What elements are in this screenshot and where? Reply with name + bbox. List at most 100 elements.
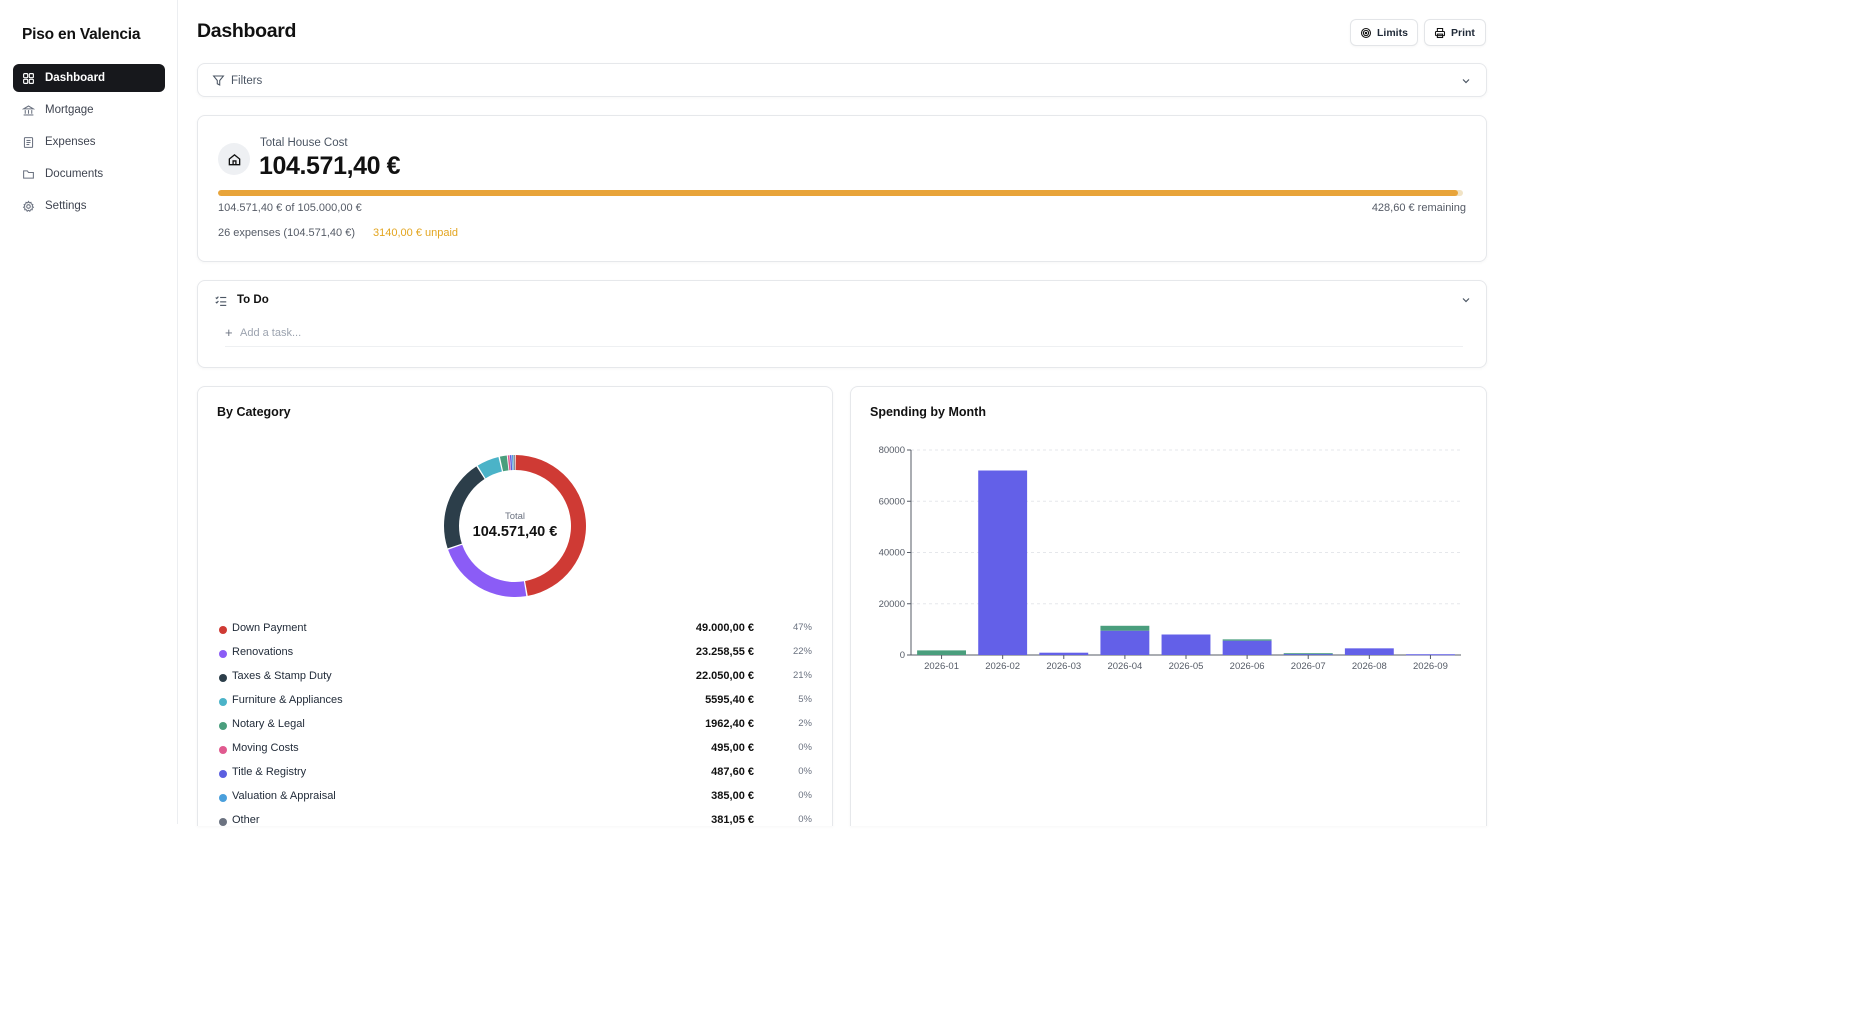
unpaid-text: 3140,00 € unpaid [373, 227, 459, 239]
x-tick-label: 2026-01 [924, 661, 959, 672]
legend-percent: 0% [798, 766, 812, 777]
dashboard-icon [22, 72, 35, 85]
sidebar-item-documents[interactable]: Documents [13, 160, 165, 188]
legend-value: 23.258,55 € [695, 646, 754, 658]
legend-percent: 0% [798, 790, 812, 801]
legend-name: Notary & Legal [232, 718, 305, 730]
bar-2026-03-series-1 [1039, 652, 1089, 655]
bar-2026-06-series-2 [1222, 639, 1272, 641]
total-cost-amount: 104.571,40 € [259, 152, 401, 180]
legend-color-dot [219, 770, 227, 778]
sidebar-item-label: Documents [45, 168, 104, 180]
spending-by-month-card: Spending by Month 0 20000 40000 60000 80000 2… [850, 386, 1487, 826]
by-category-card: By Category Total 104.571,40 € Down Paym… [197, 386, 833, 826]
legend-color-dot [219, 818, 227, 826]
sidebar-item-label: Mortgage [45, 104, 94, 116]
add-task-placeholder: Add a task... [240, 327, 302, 339]
budget-remaining-text: 428,60 € remaining [1371, 202, 1466, 214]
legend-name: Furniture & Appliances [232, 694, 343, 706]
legend-percent: 22% [792, 646, 812, 657]
receipt-icon [22, 136, 35, 149]
chevron-down-icon[interactable] [1460, 75, 1472, 87]
bar-2026-08-series-1 [1344, 648, 1394, 655]
legend-percent: 47% [792, 622, 812, 633]
print-button[interactable]: Print [1424, 19, 1486, 46]
by-category-title: By Category [217, 405, 291, 419]
legend-value: 5595,40 € [705, 694, 754, 706]
monthly-bar-chart: 0 20000 40000 60000 80000 2026-01 2026-02 2026-… [879, 445, 1461, 672]
x-tick-label: 2026-07 [1291, 661, 1326, 672]
budget-of-text: 104.571,40 € of 105.000,00 € [218, 202, 362, 214]
sidebar-item-settings[interactable]: Settings [13, 192, 165, 220]
add-task-input[interactable]: + Add a task... [225, 325, 1463, 347]
filter-icon [212, 75, 225, 86]
legend-color-dot [219, 722, 227, 730]
bar-2026-04-series-1 [1100, 630, 1150, 655]
sidebar-item-label: Settings [45, 200, 87, 212]
budget-progress-bar [218, 190, 1463, 196]
legend-percent: 2% [798, 718, 812, 729]
total-cost-label: Total House Cost [260, 137, 348, 149]
legend-value: 385,00 € [711, 790, 754, 802]
y-tick-label: 80000 [879, 445, 905, 456]
filters-label: Filters [231, 75, 263, 87]
legend-color-dot [219, 650, 227, 658]
sidebar-item-dashboard[interactable]: Dashboard [13, 64, 165, 92]
legend-percent: 0% [798, 742, 812, 753]
gear-icon [22, 199, 35, 213]
legend-name: Valuation & Appraisal [232, 790, 336, 802]
legend-percent: 21% [792, 670, 812, 681]
legend-color-dot [219, 794, 227, 802]
category-donut-chart: Total 104.571,40 € [444, 455, 586, 597]
legend-name: Down Payment [232, 622, 307, 634]
limits-button[interactable]: Limits [1350, 19, 1418, 46]
legend-item: Other 381,05 € 0% [217, 811, 814, 835]
todo-card: To Do + Add a task... [197, 280, 1487, 368]
legend-value: 495,00 € [711, 742, 754, 754]
checklist-icon [215, 296, 227, 306]
chevron-down-icon[interactable] [1460, 294, 1472, 306]
legend-value: 22.050,00 € [695, 670, 754, 682]
legend-color-dot [219, 746, 227, 754]
donut-slice-renovations [448, 544, 527, 597]
legend-color-dot [219, 674, 227, 682]
legend-item: Notary & Legal 1962,40 € 2% [217, 715, 814, 739]
bar-2026-02-series-1 [978, 470, 1028, 655]
legend-item: Title & Registry 487,60 € 0% [217, 763, 814, 787]
sidebar-item-label: Dashboard [45, 72, 106, 84]
bar-2026-05-series-1 [1161, 634, 1211, 655]
budget-progress-fill [218, 190, 1458, 196]
total-house-cost-card: Total House Cost 104.571,40 € 104.571,40… [197, 115, 1487, 262]
printer-icon [1434, 27, 1446, 38]
y-tick-label: 60000 [879, 496, 905, 507]
bank-icon [22, 104, 35, 117]
x-tick-label: 2026-04 [1107, 661, 1142, 672]
sidebar: Piso en Valencia Dashboard Mortgage Expe… [0, 0, 178, 824]
sidebar-item-mortgage[interactable]: Mortgage [13, 96, 165, 124]
donut-center-value: 104.571,40 € [473, 524, 558, 540]
donut-slice-valuation-appraisal [511, 455, 514, 471]
legend-name: Other [232, 814, 260, 826]
brand-title: Piso en Valencia [22, 26, 141, 43]
y-tick-label: 0 [900, 650, 905, 661]
x-tick-label: 2026-09 [1413, 661, 1448, 672]
donut-center-label: Total [505, 511, 525, 522]
x-tick-label: 2026-08 [1352, 661, 1387, 672]
legend-item: Taxes & Stamp Duty 22.050,00 € 21% [217, 667, 814, 691]
legend-item: Renovations 23.258,55 € 22% [217, 643, 814, 667]
filters-panel[interactable]: Filters [197, 63, 1487, 97]
x-tick-label: 2026-06 [1230, 661, 1265, 672]
todo-title: To Do [237, 294, 269, 306]
y-tick-label: 20000 [879, 599, 905, 610]
sidebar-item-expenses[interactable]: Expenses [13, 128, 165, 156]
folder-icon [22, 168, 35, 181]
legend-name: Renovations [232, 646, 294, 658]
legend-item: Furniture & Appliances 5595,40 € 5% [217, 691, 814, 715]
legend-item: Valuation & Appraisal 385,00 € 0% [217, 787, 814, 811]
x-tick-label: 2026-03 [1046, 661, 1081, 672]
limits-button-label: Limits [1377, 26, 1408, 39]
sidebar-item-label: Expenses [45, 136, 96, 148]
bar-2026-04-series-2 [1100, 625, 1150, 631]
legend-percent: 5% [798, 694, 812, 705]
home-icon [218, 143, 250, 175]
